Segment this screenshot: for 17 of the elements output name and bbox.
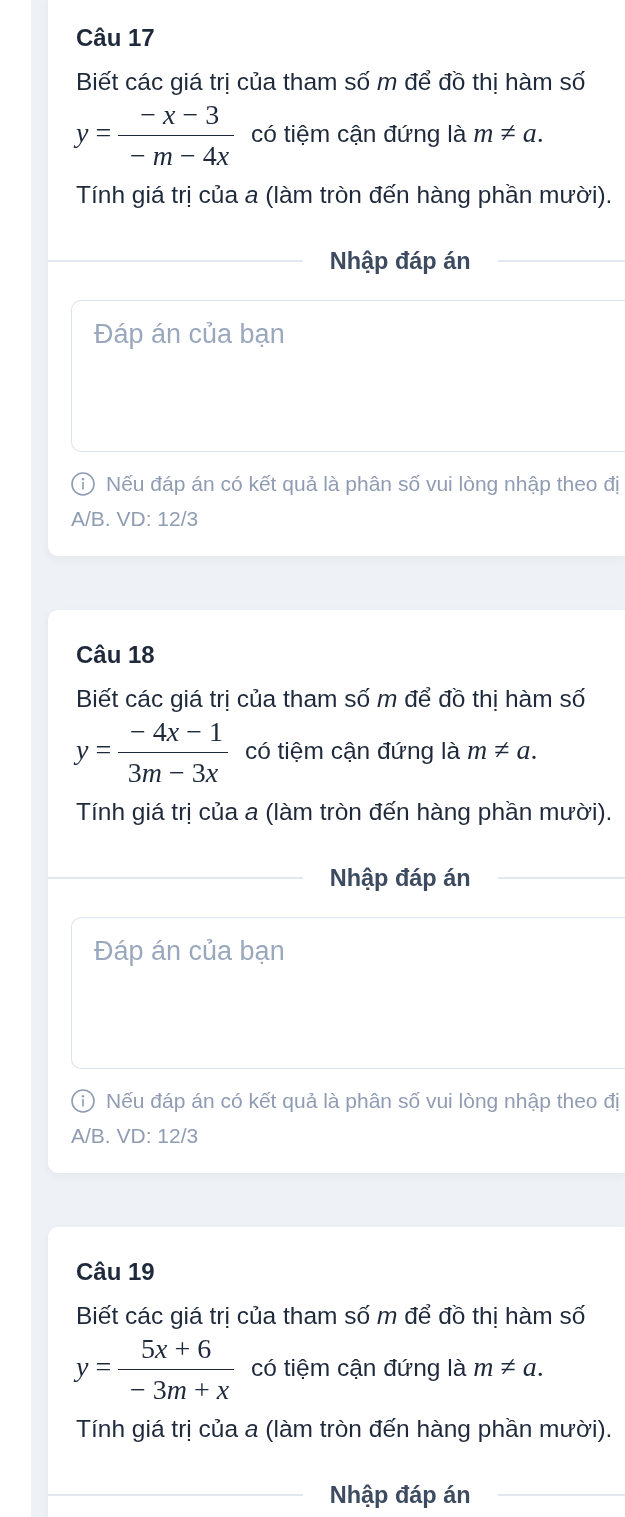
info-icon (71, 1088, 95, 1113)
hint-text: A/B. VD: 12/3 (71, 507, 199, 530)
answer-heading: Nhập đáp án (329, 864, 471, 893)
answer-heading: Nhập đáp án (329, 1481, 471, 1510)
hint-text: A/B. VD: 12/3 (71, 1124, 199, 1147)
question-text: Tính giá trị của a (làm tròn đến hàng phần mười). (76, 180, 614, 210)
question-title: Câu 18 (76, 640, 156, 670)
answer-heading: Nhập đáp án (329, 247, 471, 276)
question-title: Câu 17 (76, 23, 156, 53)
hint-text: Nếu đáp án có kết quả là phân số vui lòng nhập theo đị (106, 471, 620, 497)
hint-text: Nếu đáp án có kết quả là phân số vui lòng nhập theo đị (106, 1088, 620, 1114)
answer-field[interactable]: Đáp án của bạn (71, 917, 625, 1069)
answer-field[interactable]: Đáp án của bạn (71, 300, 625, 452)
info-icon (71, 471, 95, 496)
question-title: Câu 19 (76, 1257, 156, 1287)
question-text: Tính giá trị của a (làm tròn đến hàng phần mười). (76, 797, 614, 827)
question-text: Tính giá trị của a (làm tròn đến hàng phần mười). (76, 1414, 614, 1444)
